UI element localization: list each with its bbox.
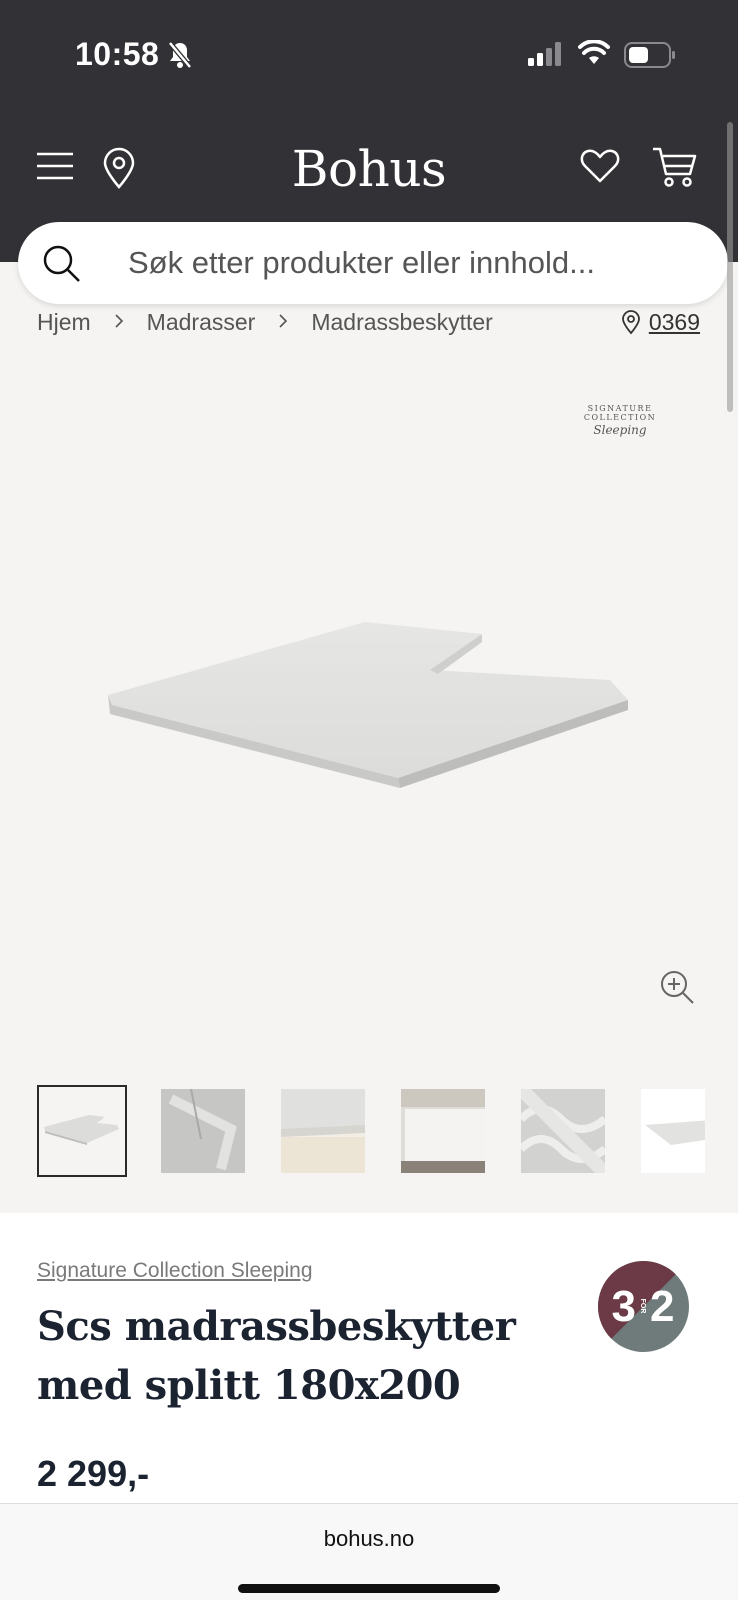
- promo-right: 2: [650, 1282, 674, 1331]
- chevron-right-icon: [113, 309, 125, 336]
- product-image[interactable]: [100, 610, 640, 810]
- brand-link[interactable]: Signature Collection Sleeping: [37, 1259, 313, 1283]
- breadcrumb-madrassbeskytter[interactable]: Madrassbeskytter: [311, 309, 493, 336]
- store-code[interactable]: 0369: [649, 309, 700, 336]
- cellular-signal-icon: [528, 42, 561, 66]
- battery-icon: [624, 42, 675, 68]
- brand-badge-line2: Sleeping: [593, 423, 647, 437]
- store-selector[interactable]: 0369: [621, 304, 700, 340]
- bohus-logo[interactable]: Bohus: [0, 140, 738, 198]
- home-indicator[interactable]: [238, 1584, 500, 1593]
- thumbnail-5[interactable]: [521, 1089, 605, 1173]
- search-bar[interactable]: [18, 222, 728, 304]
- browser-bottom-bar: bohus.no: [0, 1503, 738, 1600]
- location-pin-icon: [621, 310, 640, 335]
- browser-url[interactable]: bohus.no: [0, 1526, 738, 1552]
- thumbnail-2[interactable]: [161, 1089, 245, 1173]
- thumbnail-strip: [37, 1085, 705, 1177]
- product-title: Scs madrassbeskytter med splitt 180x200: [37, 1303, 516, 1409]
- breadcrumb: Hjem Madrasser Madrassbeskytter: [37, 304, 493, 340]
- brand-badge-logo: SIGNATURE COLLECTION Sleeping: [556, 404, 684, 437]
- thumbnail-4[interactable]: [401, 1089, 485, 1173]
- thumbnail-1[interactable]: [37, 1085, 127, 1177]
- product-price: 2 299,-: [37, 1453, 150, 1494]
- breadcrumb-home[interactable]: Hjem: [37, 309, 91, 336]
- product-info: Signature Collection Sleeping Scs madras…: [0, 1213, 738, 1503]
- chevron-right-icon: [277, 309, 289, 336]
- scrollbar[interactable]: [727, 122, 733, 412]
- search-input[interactable]: [128, 222, 708, 304]
- promo-3-for-2-badge: 3 FOR 2: [598, 1261, 689, 1352]
- cart-icon[interactable]: [652, 146, 698, 188]
- promo-middle: FOR: [639, 1299, 646, 1314]
- search-icon[interactable]: [42, 244, 82, 284]
- heart-icon[interactable]: [580, 148, 620, 184]
- thumbnail-3[interactable]: [281, 1089, 365, 1173]
- zoom-in-icon[interactable]: [660, 970, 696, 1006]
- promo-left: 3: [612, 1282, 636, 1331]
- thumbnail-6[interactable]: [641, 1089, 705, 1173]
- status-time: 10:58: [75, 36, 160, 72]
- wifi-icon: [578, 40, 610, 64]
- silent-bell-icon: [168, 41, 192, 69]
- brand-badge-line1: SIGNATURE COLLECTION: [583, 404, 657, 422]
- breadcrumb-madrasser[interactable]: Madrasser: [147, 309, 256, 336]
- status-bar: 10:58: [0, 0, 738, 110]
